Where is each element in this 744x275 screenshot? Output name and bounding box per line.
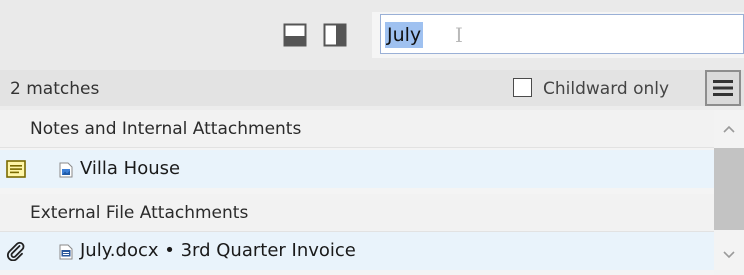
image-attachment-icon: [59, 162, 73, 178]
list-item[interactable]: Villa House: [0, 150, 714, 188]
childward-only-label[interactable]: Childward only: [543, 74, 669, 104]
group-header-notes: Notes and Internal Attachments: [0, 110, 714, 148]
group-header-label: External File Attachments: [30, 203, 249, 223]
options-menu-button[interactable]: [705, 70, 741, 106]
scroll-down-button[interactable]: [714, 240, 744, 270]
list-item-label: July.docx • 3rd Quarter Invoice: [80, 240, 356, 261]
layout-right-pane-icon: [323, 23, 347, 47]
hamburger-menu-icon: [713, 80, 733, 96]
scrollbar-thumb[interactable]: [714, 148, 744, 230]
childward-only-checkbox[interactable]: [513, 78, 532, 97]
group-header-external: External File Attachments: [0, 194, 714, 232]
vertical-scrollbar[interactable]: [714, 110, 744, 275]
list-item-label: Villa House: [80, 158, 181, 179]
layout-right-pane-button[interactable]: [322, 22, 348, 48]
results-status-bar: 2 matches Childward only: [0, 70, 744, 106]
list-item[interactable]: July.docx • 3rd Quarter Invoice: [0, 232, 714, 270]
group-header-label: Notes and Internal Attachments: [30, 119, 302, 139]
word-document-icon: [59, 244, 73, 260]
scroll-up-button[interactable]: [714, 114, 744, 144]
chevron-down-icon: [723, 251, 735, 259]
search-query-text[interactable]: July: [385, 22, 424, 48]
layout-bottom-pane-button[interactable]: [282, 22, 308, 48]
paperclip-icon: [6, 241, 25, 261]
search-input[interactable]: July I: [380, 14, 744, 54]
note-icon: [6, 160, 26, 178]
chevron-up-icon: [723, 125, 735, 133]
layout-bottom-pane-icon: [283, 23, 307, 47]
toolbar: July I: [0, 0, 744, 70]
search-results-list: Notes and Internal Attachments Villa Hou…: [0, 110, 744, 275]
match-count: 2 matches: [10, 79, 100, 99]
text-cursor-icon: I: [455, 23, 463, 47]
